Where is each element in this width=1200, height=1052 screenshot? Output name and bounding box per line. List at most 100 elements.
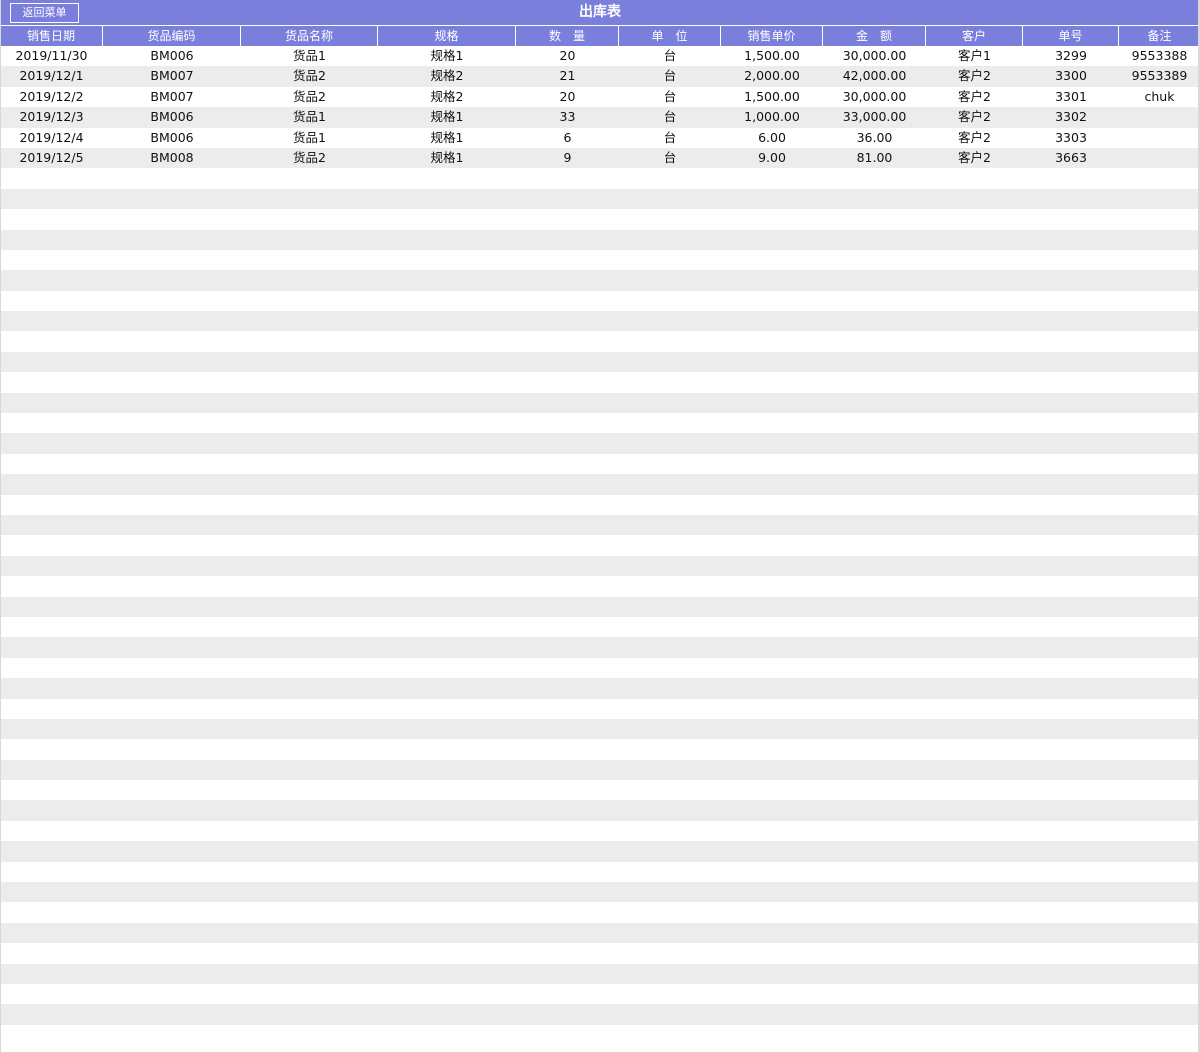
table-cell[interactable] [0,311,103,331]
table-cell[interactable] [1119,168,1200,188]
table-cell[interactable] [0,515,103,535]
table-cell[interactable]: 36.00 [823,128,926,148]
table-cell[interactable] [1023,902,1119,922]
table-cell[interactable] [516,780,619,800]
table-cell[interactable] [241,291,378,311]
table-cell[interactable] [619,189,721,209]
table-cell[interactable] [0,658,103,678]
table-cell[interactable] [619,943,721,963]
table-cell[interactable] [516,597,619,617]
table-cell[interactable] [721,821,823,841]
table-cell[interactable] [1023,678,1119,698]
table-cell[interactable] [378,800,516,820]
table-cell[interactable] [378,331,516,351]
table-cell[interactable] [103,270,241,290]
table-cell[interactable] [103,331,241,351]
table-cell[interactable]: 客户2 [926,66,1023,86]
table-cell[interactable] [1023,882,1119,902]
table-cell[interactable] [823,1025,926,1045]
table-cell[interactable]: 9553389 [1119,66,1200,86]
table-cell[interactable] [619,270,721,290]
table-cell[interactable] [0,209,103,229]
table-cell[interactable] [926,189,1023,209]
table-cell[interactable] [823,515,926,535]
table-cell[interactable] [1023,841,1119,861]
table-cell[interactable] [926,678,1023,698]
table-cell[interactable] [619,658,721,678]
table-cell[interactable]: 42,000.00 [823,66,926,86]
table-cell[interactable] [721,841,823,861]
table-cell[interactable] [926,800,1023,820]
table-cell[interactable] [926,433,1023,453]
table-cell[interactable] [619,841,721,861]
table-cell[interactable]: 3300 [1023,66,1119,86]
table-cell[interactable] [241,270,378,290]
table-cell[interactable] [103,862,241,882]
table-cell[interactable] [103,739,241,759]
table-cell[interactable] [1119,1004,1200,1024]
table-cell[interactable] [0,800,103,820]
table-cell[interactable] [241,984,378,1004]
table-cell[interactable] [823,821,926,841]
table-cell[interactable] [516,760,619,780]
table-cell[interactable] [378,230,516,250]
table-cell[interactable] [241,352,378,372]
table-cell[interactable] [926,597,1023,617]
table-cell[interactable]: 30,000.00 [823,46,926,66]
table-cell[interactable] [241,800,378,820]
table-cell[interactable] [378,902,516,922]
table-cell[interactable] [1119,821,1200,841]
table-cell[interactable] [516,841,619,861]
table-cell[interactable] [103,372,241,392]
table-cell[interactable] [103,882,241,902]
table-cell[interactable] [0,372,103,392]
table-cell[interactable]: 2019/12/3 [0,107,103,127]
table-cell[interactable] [378,372,516,392]
table-cell[interactable] [103,576,241,596]
table-cell[interactable]: 1,500.00 [721,87,823,107]
table-cell[interactable] [1119,495,1200,515]
table-cell[interactable] [1119,331,1200,351]
table-cell[interactable] [516,556,619,576]
table-cell[interactable] [823,454,926,474]
table-cell[interactable] [378,311,516,331]
table-cell[interactable] [1023,862,1119,882]
table-cell[interactable] [619,515,721,535]
table-cell[interactable] [1119,556,1200,576]
table-cell[interactable] [378,576,516,596]
table-cell[interactable] [721,739,823,759]
table-cell[interactable] [823,535,926,555]
table-cell[interactable] [103,291,241,311]
table-cell[interactable] [926,515,1023,535]
table-cell[interactable] [516,413,619,433]
table-cell[interactable] [378,841,516,861]
table-cell[interactable]: BM006 [103,46,241,66]
table-cell[interactable] [241,719,378,739]
table-cell[interactable]: 规格2 [378,66,516,86]
table-cell[interactable] [721,576,823,596]
table-cell[interactable] [1119,128,1200,148]
table-cell[interactable] [721,678,823,698]
table-cell[interactable] [516,515,619,535]
table-cell[interactable] [0,474,103,494]
table-cell[interactable]: 9553388 [1119,46,1200,66]
table-cell[interactable] [1023,780,1119,800]
table-cell[interactable] [1023,739,1119,759]
table-cell[interactable] [926,230,1023,250]
table-cell[interactable] [516,352,619,372]
table-cell[interactable] [103,637,241,657]
table-cell[interactable] [721,270,823,290]
table-cell[interactable] [241,311,378,331]
table-cell[interactable] [619,862,721,882]
table-cell[interactable] [1119,209,1200,229]
table-cell[interactable] [721,433,823,453]
table-cell[interactable]: 货品2 [241,66,378,86]
table-cell[interactable] [721,372,823,392]
table-cell[interactable] [1023,352,1119,372]
table-cell[interactable] [0,964,103,984]
table-cell[interactable] [516,637,619,657]
table-cell[interactable] [823,230,926,250]
table-cell[interactable] [619,780,721,800]
table-cell[interactable] [241,393,378,413]
table-cell[interactable] [1119,515,1200,535]
